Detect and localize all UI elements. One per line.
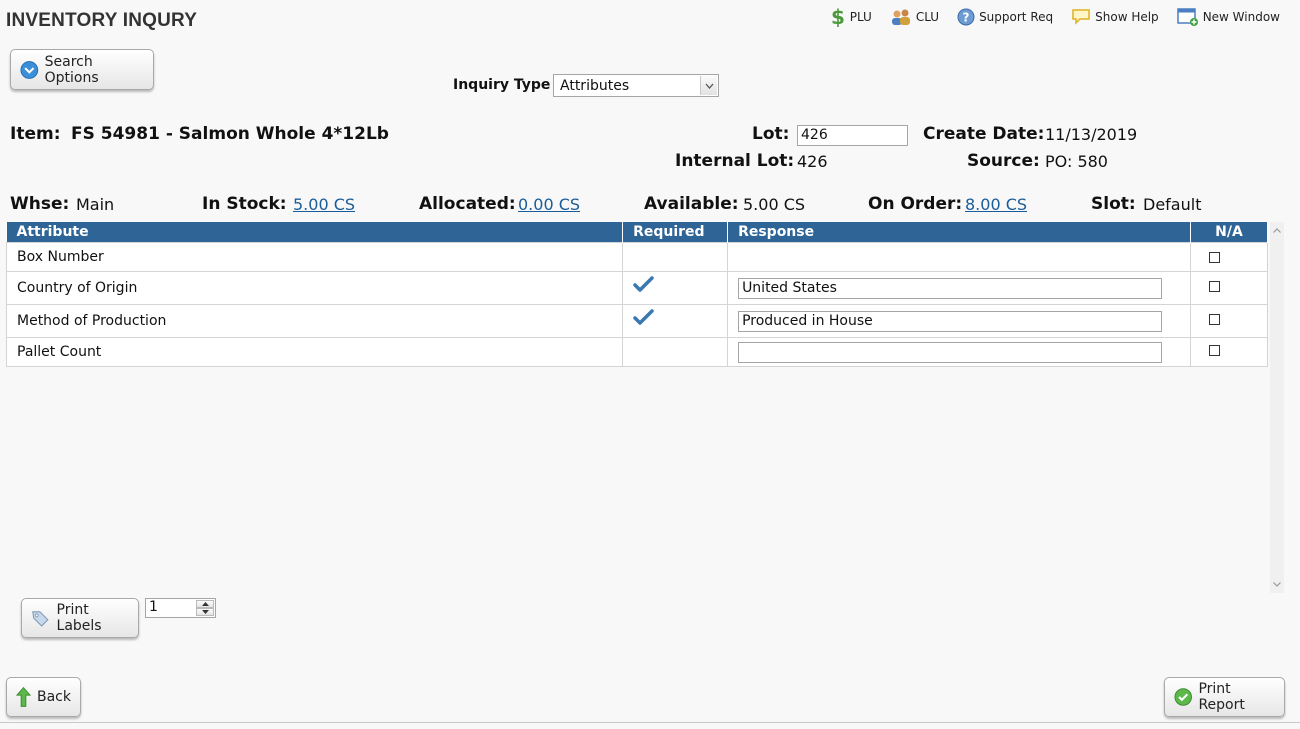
whse-value: Main	[76, 195, 115, 214]
clu-link[interactable]: CLU	[890, 6, 939, 28]
allocated-link[interactable]: 0.00 CS	[518, 195, 580, 214]
checkmark-icon	[633, 309, 654, 325]
support-req-link[interactable]: ? Support Req	[957, 6, 1053, 28]
caret-down-icon	[201, 610, 209, 614]
svg-text:$: $	[831, 7, 845, 27]
create-date-value: 11/13/2019	[1045, 125, 1138, 144]
na-cell	[1190, 337, 1268, 367]
available-label: Available:	[644, 194, 739, 214]
item-value: FS 54981 - Salmon Whole 4*12Lb	[71, 124, 389, 144]
slot-value: Default	[1143, 195, 1202, 214]
label-quantity-stepper[interactable]: 1	[145, 598, 216, 618]
table-row: Pallet Count	[5, 337, 1268, 367]
allocated-label: Allocated:	[419, 194, 516, 214]
bottom-divider	[0, 722, 1300, 723]
back-button[interactable]: Back	[6, 677, 81, 717]
page-title: INVENTORY INQURY	[6, 10, 198, 31]
new-window-link[interactable]: New Window	[1176, 6, 1280, 28]
show-help-link[interactable]: Show Help	[1071, 6, 1159, 28]
na-checkbox[interactable]	[1209, 345, 1221, 356]
na-checkbox[interactable]	[1209, 252, 1221, 263]
users-icon	[891, 9, 910, 25]
slot-label: Slot:	[1091, 194, 1136, 214]
na-cell	[1190, 242, 1268, 272]
na-cell	[1190, 271, 1268, 305]
on-order-link[interactable]: 8.00 CS	[965, 195, 1027, 214]
create-date-label: Create Date:	[923, 124, 1045, 144]
na-column-header[interactable]: N/A	[1190, 222, 1268, 243]
arrow-up-icon	[16, 686, 31, 707]
response-input[interactable]: Produced in House	[738, 310, 1163, 332]
chevron-down-circle-icon	[20, 60, 39, 79]
in-stock-link[interactable]: 5.00 CS	[293, 195, 355, 214]
attributes-table: Attribute Required Response N/A Box Numb…	[5, 222, 1268, 367]
whse-label: Whse:	[10, 194, 70, 214]
response-cell	[727, 337, 1192, 367]
table-header-row: Attribute Required Response N/A	[6, 222, 1268, 243]
top-links: $ PLU CLU ? Support Req Show Help New Wi…	[828, 6, 1280, 28]
na-checkbox[interactable]	[1209, 314, 1221, 325]
attribute-cell: Method of Production	[5, 304, 624, 338]
check-circle-icon	[1174, 688, 1192, 706]
source-label: Source:	[967, 151, 1040, 171]
tag-icon	[32, 611, 49, 627]
inquiry-type-select[interactable]: Attributes	[553, 74, 719, 97]
chevron-up-icon	[1273, 228, 1281, 233]
checkmark-icon	[633, 276, 654, 292]
table-scrollbar[interactable]	[1270, 222, 1284, 593]
attribute-column-header[interactable]: Attribute	[6, 222, 624, 243]
search-options-button[interactable]: Search Options	[10, 49, 154, 90]
attribute-cell: Pallet Count	[5, 337, 624, 367]
print-report-button[interactable]: Print Report	[1164, 677, 1285, 717]
required-cell	[622, 337, 729, 367]
lot-label: Lot:	[752, 124, 790, 144]
item-label: Item:	[10, 124, 61, 144]
stepper-up-button[interactable]	[196, 600, 214, 608]
new-window-icon	[1176, 8, 1198, 26]
response-cell: Produced in House	[727, 304, 1192, 338]
attribute-cell: Box Number	[5, 242, 624, 272]
plu-link[interactable]: $ PLU	[828, 6, 872, 28]
attribute-cell: Country of Origin	[5, 271, 624, 305]
response-column-header[interactable]: Response	[727, 222, 1192, 243]
table-row: Method of Production Produced in House	[5, 304, 1268, 338]
svg-text:?: ?	[963, 11, 970, 25]
required-column-header[interactable]: Required	[622, 222, 729, 243]
response-input[interactable]: United States	[738, 277, 1163, 299]
speech-bubble-icon	[1072, 9, 1090, 25]
na-cell	[1190, 304, 1268, 338]
help-circle-icon: ?	[957, 8, 975, 26]
required-cell	[622, 271, 729, 305]
dollar-icon: $	[831, 7, 845, 27]
required-cell	[622, 304, 729, 338]
required-cell	[622, 242, 729, 272]
chevron-down-icon	[700, 76, 717, 95]
response-cell: United States	[727, 271, 1192, 305]
lot-input[interactable]: 426	[797, 125, 908, 146]
stepper-down-button[interactable]	[196, 608, 214, 616]
source-value: PO: 580	[1045, 152, 1108, 171]
response-input[interactable]	[738, 341, 1163, 363]
available-value: 5.00 CS	[743, 195, 806, 214]
internal-lot-value: 426	[797, 152, 828, 171]
print-labels-button[interactable]: Print Labels	[21, 598, 139, 638]
on-order-label: On Order:	[868, 194, 963, 214]
table-row: Country of Origin United States	[5, 271, 1268, 305]
in-stock-label: In Stock:	[202, 194, 287, 214]
na-checkbox[interactable]	[1209, 281, 1221, 292]
chevron-down-icon	[1273, 582, 1281, 587]
table-row: Box Number	[5, 242, 1268, 272]
response-cell	[727, 242, 1192, 272]
internal-lot-label: Internal Lot:	[675, 151, 795, 171]
caret-up-icon	[201, 602, 209, 606]
inquiry-type-label: Inquiry Type	[453, 77, 551, 93]
